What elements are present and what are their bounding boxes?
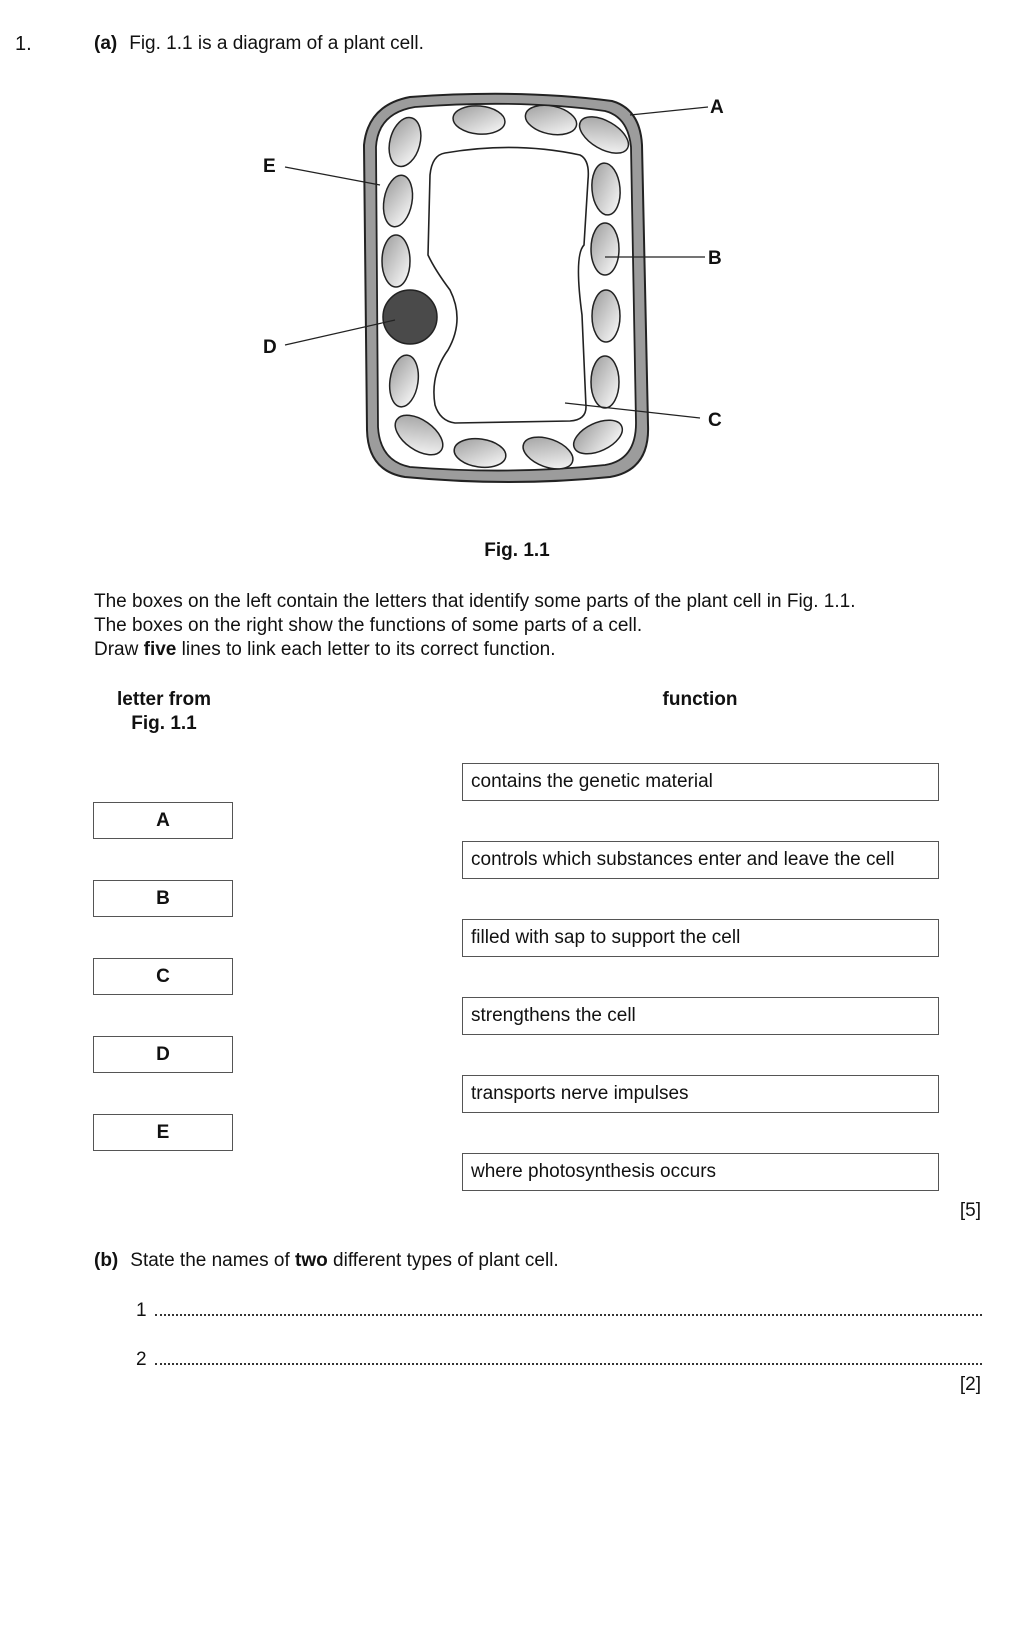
vacuole [427,146,590,424]
function-box[interactable]: transports nerve impulses [462,1075,939,1113]
function-box[interactable]: contains the genetic material [462,763,939,801]
instruction-text: lines to link each letter to its correct… [176,639,556,660]
answer-number: 1 [136,1300,147,1321]
instruction-line-1: The boxes on the left contain the letter… [94,591,856,612]
letter-box-e[interactable]: E [93,1114,233,1151]
function-box[interactable]: where photosynthesis occurs [462,1153,939,1191]
part-a-text: Fig. 1.1 is a diagram of a plant cell. [129,33,424,54]
part-b-emphasis: two [295,1250,328,1271]
heading-line-2: Fig. 1.1 [131,713,197,734]
part-a-label: (a) [94,33,118,54]
heading-line-1: letter from [117,689,211,710]
figure-caption: Fig. 1.1 [484,540,550,561]
plant-cell-diagram: A B C D E [263,92,724,483]
letter-box-c[interactable]: C [93,958,233,995]
answer-line-1[interactable]: 1 [136,1298,982,1322]
label-d: D [263,337,277,358]
label-b: B [708,248,722,269]
letter-box-b[interactable]: B [93,880,233,917]
answer-line-2[interactable]: 2 [136,1347,982,1371]
function-box[interactable]: controls which substances enter and leav… [462,841,939,879]
part-b-label: (b) [94,1250,119,1271]
letter-column-heading: letter from Fig. 1.1 [94,688,234,736]
letter-box-a[interactable]: A [93,802,233,839]
part-b-marks: [2] [959,1374,981,1395]
function-column-heading: function [662,689,738,710]
function-box[interactable]: strengthens the cell [462,997,939,1035]
instruction-line-2: The boxes on the right show the function… [94,615,643,636]
function-box[interactable]: filled with sap to support the cell [462,919,939,957]
label-line-a [629,106,709,116]
part-a-marks: [5] [959,1200,981,1221]
instruction-emphasis: five [143,639,177,660]
answer-number: 2 [136,1349,147,1370]
instructions: The boxes on the left contain the letter… [94,590,855,662]
label-a: A [710,97,724,118]
question-number: 1. [15,33,32,55]
part-b-text: different types of plant cell. [327,1250,559,1271]
part-a-prompt: (a) Fig. 1.1 is a diagram of a plant cell… [94,33,424,55]
answer-dotted-line[interactable] [154,1347,982,1365]
instruction-line-3: Draw five lines to link each letter to i… [94,638,855,662]
label-c: C [708,410,722,431]
letter-box-d[interactable]: D [93,1036,233,1073]
instruction-text: Draw [94,639,144,660]
answer-dotted-line[interactable] [154,1298,982,1316]
part-b-text: State the names of [130,1250,296,1271]
part-b-prompt: (b) State the names of two different type… [94,1250,559,1272]
label-e: E [263,156,276,177]
nucleus [382,289,438,345]
